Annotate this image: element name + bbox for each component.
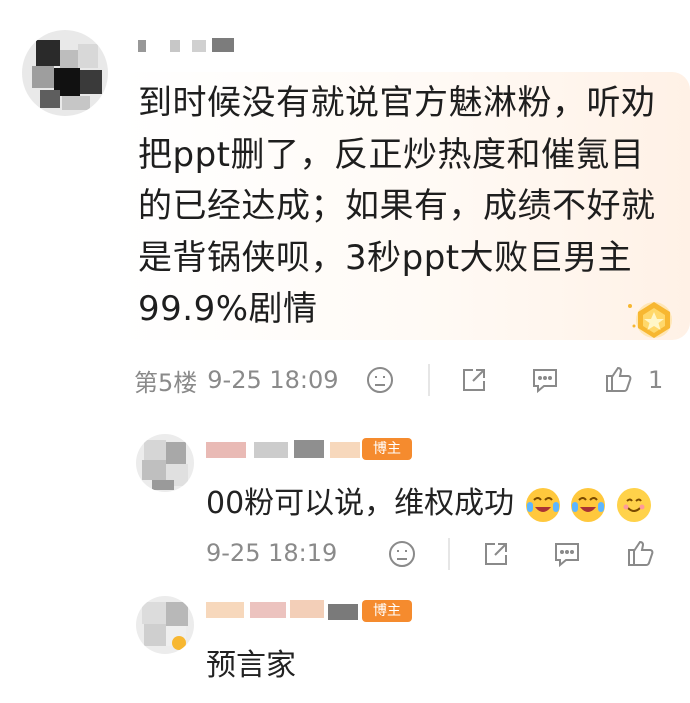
comment-text: 到时候没有就说官方魅淋粉，听劝把ppt删了，反正炒热度和催氪目的已经达成；如果有… — [138, 83, 656, 329]
reply-avatar[interactable] — [136, 434, 194, 492]
blogger-badge: 博主 — [362, 600, 412, 622]
reply-text: 00粉可以说，维权成功 — [206, 478, 651, 522]
like-thumb-icon[interactable] — [626, 538, 656, 568]
crying-laugh-emoji-icon — [571, 487, 606, 522]
reply-username[interactable] — [206, 438, 366, 462]
share-icon[interactable] — [482, 540, 510, 568]
comment-time: 9-25 18:09 — [207, 366, 339, 394]
reply-comment-icon[interactable] — [552, 540, 582, 568]
commenter-avatar[interactable] — [22, 30, 108, 116]
reply-text-content: 00粉可以说，维权成功 — [206, 486, 515, 521]
dislike-face-icon[interactable] — [366, 366, 394, 394]
share-icon[interactable] — [460, 366, 488, 394]
comment-meta: 第5楼 9-25 18:09 — [134, 362, 339, 398]
blogger-badge: 博主 — [362, 438, 412, 460]
divider — [448, 538, 450, 570]
like-thumb-icon[interactable] — [604, 364, 634, 394]
smile-emoji-icon — [616, 487, 651, 522]
medal-badge-icon — [624, 296, 678, 340]
reply-username[interactable] — [206, 598, 366, 622]
crying-laugh-emoji-icon — [525, 487, 560, 522]
like-count: 1 — [648, 366, 664, 394]
reply-avatar[interactable] — [136, 596, 194, 654]
reply-meta: 9-25 18:19 — [206, 536, 337, 570]
reply-text: 预言家 — [206, 648, 296, 683]
divider — [428, 364, 430, 396]
reply-time: 9-25 18:19 — [206, 539, 338, 567]
floor-number: 第5楼 — [134, 368, 198, 397]
dislike-face-icon[interactable] — [388, 540, 416, 568]
commenter-username[interactable] — [138, 36, 248, 56]
reply-comment-icon[interactable] — [530, 366, 560, 394]
